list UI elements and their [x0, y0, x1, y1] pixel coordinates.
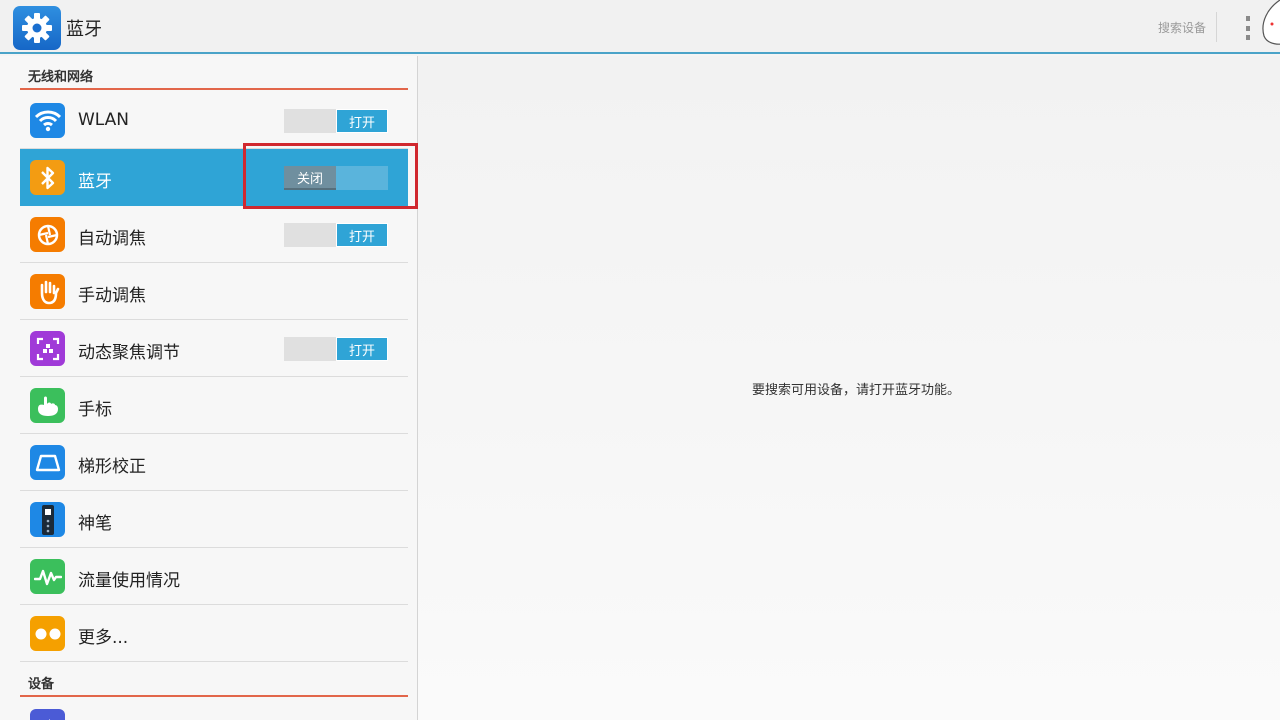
empty-state-message: 要搜索可用设备，请打开蓝牙功能。	[751, 383, 960, 398]
settings-item-label: 蓝牙	[78, 172, 112, 192]
aperture-icon	[30, 217, 65, 252]
page-title: 蓝牙	[66, 19, 102, 40]
settings-item-auto-focus[interactable]: 自动调焦 打开	[20, 206, 408, 263]
settings-item-label: 神笔	[78, 514, 112, 534]
bluetooth-toggle[interactable]: 关闭	[284, 166, 388, 190]
dynamic-focus-toggle[interactable]: 打开	[284, 337, 388, 361]
settings-item-label: WLAN	[78, 110, 130, 130]
pen-icon	[30, 502, 65, 537]
toggle-state-label: 打开	[336, 223, 388, 247]
gear-icon[interactable]	[13, 6, 61, 50]
settings-item-label: 更多...	[78, 628, 129, 648]
settings-item-label: 手动调焦	[78, 286, 146, 306]
toggle-state-label: 关闭	[284, 166, 336, 190]
settings-item-data-usage[interactable]: 流量使用情况	[20, 548, 408, 605]
settings-item-keystone[interactable]: 梯形校正	[20, 434, 408, 491]
hand-icon	[30, 274, 65, 309]
search-devices-button[interactable]: 搜索设备	[1150, 19, 1214, 39]
wifi-icon	[30, 103, 65, 138]
section-header-wireless: 无线和网络	[20, 56, 408, 90]
settings-item-magic-pen[interactable]: 神笔	[20, 491, 408, 548]
settings-item-sound[interactable]: 声音	[20, 699, 408, 720]
settings-item-label: 动态聚焦调节	[78, 343, 180, 363]
bunny-ear-icon	[1262, 0, 1280, 45]
settings-item-label: 声音	[78, 715, 112, 720]
bluetooth-icon	[30, 160, 65, 195]
settings-item-more[interactable]: 更多...	[20, 605, 408, 662]
sound-icon	[30, 709, 65, 720]
settings-item-wlan[interactable]: WLAN 打开	[20, 92, 408, 149]
data-usage-icon	[30, 559, 65, 594]
auto-focus-toggle[interactable]: 打开	[284, 223, 388, 247]
more-vertical-icon[interactable]	[1240, 14, 1256, 42]
section-title: 设备	[28, 677, 55, 692]
settings-item-label: 自动调焦	[78, 229, 146, 249]
hand-cursor-icon	[30, 388, 65, 423]
toggle-state-label: 打开	[336, 109, 388, 133]
settings-item-manual-focus[interactable]: 手动调焦	[20, 263, 408, 320]
settings-item-label: 梯形校正	[78, 457, 146, 477]
focus-frame-icon	[30, 331, 65, 366]
action-bar: 蓝牙 搜索设备	[0, 0, 1280, 54]
settings-item-bluetooth[interactable]: 蓝牙 关闭	[20, 149, 408, 206]
settings-item-dynamic-focus[interactable]: 动态聚焦调节 打开	[20, 320, 408, 377]
keystone-icon	[30, 445, 65, 480]
settings-item-hand-cursor[interactable]: 手标	[20, 377, 408, 434]
bluetooth-detail-pane: 要搜索可用设备，请打开蓝牙功能。	[418, 56, 1280, 720]
toolbar-divider	[1216, 12, 1217, 42]
settings-list: 无线和网络 WLAN 打开 蓝牙 关闭 自动调焦 打开 手动调焦 动态聚焦调节 …	[0, 56, 418, 720]
section-header-device: 设备	[20, 663, 408, 697]
toggle-state-label: 打开	[336, 337, 388, 361]
settings-item-label: 手标	[78, 400, 112, 420]
section-title: 无线和网络	[28, 70, 94, 85]
wlan-toggle[interactable]: 打开	[284, 109, 388, 133]
settings-item-label: 流量使用情况	[78, 571, 180, 591]
more-dots-icon	[30, 616, 65, 651]
